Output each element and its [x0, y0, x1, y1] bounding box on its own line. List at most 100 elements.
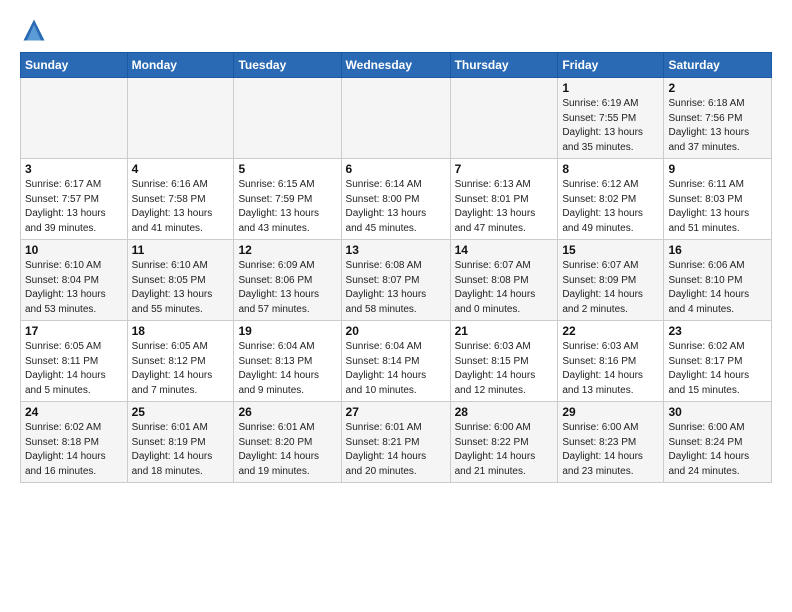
day-number: 18 — [132, 324, 230, 338]
day-of-week-sunday: Sunday — [21, 53, 128, 78]
day-number: 23 — [668, 324, 767, 338]
calendar-cell: 26 Sunrise: 6:01 AM Sunset: 8:20 PM Dayli… — [234, 402, 341, 483]
header — [20, 16, 772, 44]
day-number: 26 — [238, 405, 336, 419]
calendar-cell: 27 Sunrise: 6:01 AM Sunset: 8:21 PM Dayli… — [341, 402, 450, 483]
day-info: Sunrise: 6:06 AM Sunset: 8:10 PM Dayligh… — [668, 259, 767, 317]
day-info: Sunrise: 6:12 AM Sunset: 8:02 PM Dayligh… — [562, 178, 659, 236]
day-info: Sunrise: 6:02 AM Sunset: 8:18 PM Dayligh… — [25, 421, 123, 479]
day-number: 19 — [238, 324, 336, 338]
day-number: 13 — [346, 243, 446, 257]
calendar-cell — [234, 78, 341, 159]
day-info: Sunrise: 6:18 AM Sunset: 7:56 PM Dayligh… — [668, 97, 767, 155]
day-info: Sunrise: 6:11 AM Sunset: 8:03 PM Dayligh… — [668, 178, 767, 236]
calendar-cell: 9 Sunrise: 6:11 AM Sunset: 8:03 PM Daylig… — [664, 159, 772, 240]
day-info: Sunrise: 6:07 AM Sunset: 8:08 PM Dayligh… — [455, 259, 554, 317]
day-info: Sunrise: 6:15 AM Sunset: 7:59 PM Dayligh… — [238, 178, 336, 236]
calendar-cell: 4 Sunrise: 6:16 AM Sunset: 7:58 PM Daylig… — [127, 159, 234, 240]
calendar-week-5: 24 Sunrise: 6:02 AM Sunset: 8:18 PM Dayli… — [21, 402, 772, 483]
day-number: 22 — [562, 324, 659, 338]
calendar-cell: 17 Sunrise: 6:05 AM Sunset: 8:11 PM Dayli… — [21, 321, 128, 402]
day-info: Sunrise: 6:02 AM Sunset: 8:17 PM Dayligh… — [668, 340, 767, 398]
day-info: Sunrise: 6:05 AM Sunset: 8:11 PM Dayligh… — [25, 340, 123, 398]
day-info: Sunrise: 6:08 AM Sunset: 8:07 PM Dayligh… — [346, 259, 446, 317]
day-number: 4 — [132, 162, 230, 176]
calendar-cell: 6 Sunrise: 6:14 AM Sunset: 8:00 PM Daylig… — [341, 159, 450, 240]
day-number: 7 — [455, 162, 554, 176]
day-info: Sunrise: 6:07 AM Sunset: 8:09 PM Dayligh… — [562, 259, 659, 317]
calendar-cell: 22 Sunrise: 6:03 AM Sunset: 8:16 PM Dayli… — [558, 321, 664, 402]
calendar-cell: 20 Sunrise: 6:04 AM Sunset: 8:14 PM Dayli… — [341, 321, 450, 402]
day-info: Sunrise: 6:01 AM Sunset: 8:20 PM Dayligh… — [238, 421, 336, 479]
day-info: Sunrise: 6:10 AM Sunset: 8:04 PM Dayligh… — [25, 259, 123, 317]
day-number: 27 — [346, 405, 446, 419]
day-number: 20 — [346, 324, 446, 338]
calendar-cell — [21, 78, 128, 159]
calendar-cell: 25 Sunrise: 6:01 AM Sunset: 8:19 PM Dayli… — [127, 402, 234, 483]
day-number: 10 — [25, 243, 123, 257]
day-info: Sunrise: 6:03 AM Sunset: 8:15 PM Dayligh… — [455, 340, 554, 398]
day-number: 5 — [238, 162, 336, 176]
calendar-cell: 24 Sunrise: 6:02 AM Sunset: 8:18 PM Dayli… — [21, 402, 128, 483]
calendar-cell: 1 Sunrise: 6:19 AM Sunset: 7:55 PM Daylig… — [558, 78, 664, 159]
calendar-cell: 13 Sunrise: 6:08 AM Sunset: 8:07 PM Dayli… — [341, 240, 450, 321]
calendar-cell: 23 Sunrise: 6:02 AM Sunset: 8:17 PM Dayli… — [664, 321, 772, 402]
calendar-cell: 3 Sunrise: 6:17 AM Sunset: 7:57 PM Daylig… — [21, 159, 128, 240]
day-info: Sunrise: 6:03 AM Sunset: 8:16 PM Dayligh… — [562, 340, 659, 398]
day-info: Sunrise: 6:01 AM Sunset: 8:21 PM Dayligh… — [346, 421, 446, 479]
logo — [20, 16, 52, 44]
calendar-cell: 28 Sunrise: 6:00 AM Sunset: 8:22 PM Dayli… — [450, 402, 558, 483]
day-number: 24 — [25, 405, 123, 419]
day-number: 12 — [238, 243, 336, 257]
calendar-cell: 2Sunrise: 6:18 AM Sunset: 7:56 PM Daylig… — [664, 78, 772, 159]
day-info: Sunrise: 6:00 AM Sunset: 8:24 PM Dayligh… — [668, 421, 767, 479]
day-number: 28 — [455, 405, 554, 419]
day-info: Sunrise: 6:04 AM Sunset: 8:14 PM Dayligh… — [346, 340, 446, 398]
day-number: 1 — [562, 81, 659, 95]
day-number: 3 — [25, 162, 123, 176]
day-number: 17 — [25, 324, 123, 338]
day-number: 25 — [132, 405, 230, 419]
day-number: 29 — [562, 405, 659, 419]
calendar-cell — [341, 78, 450, 159]
calendar-header-row: SundayMondayTuesdayWednesdayThursdayFrid… — [21, 53, 772, 78]
day-info: Sunrise: 6:14 AM Sunset: 8:00 PM Dayligh… — [346, 178, 446, 236]
day-number: 6 — [346, 162, 446, 176]
calendar-cell — [127, 78, 234, 159]
calendar-cell: 5 Sunrise: 6:15 AM Sunset: 7:59 PM Daylig… — [234, 159, 341, 240]
calendar-cell: 7 Sunrise: 6:13 AM Sunset: 8:01 PM Daylig… — [450, 159, 558, 240]
day-number: 8 — [562, 162, 659, 176]
calendar-cell: 8 Sunrise: 6:12 AM Sunset: 8:02 PM Daylig… — [558, 159, 664, 240]
day-number: 15 — [562, 243, 659, 257]
day-info: Sunrise: 6:13 AM Sunset: 8:01 PM Dayligh… — [455, 178, 554, 236]
day-info: Sunrise: 6:05 AM Sunset: 8:12 PM Dayligh… — [132, 340, 230, 398]
day-of-week-monday: Monday — [127, 53, 234, 78]
calendar-cell: 11 Sunrise: 6:10 AM Sunset: 8:05 PM Dayli… — [127, 240, 234, 321]
day-of-week-thursday: Thursday — [450, 53, 558, 78]
calendar-week-4: 17 Sunrise: 6:05 AM Sunset: 8:11 PM Dayli… — [21, 321, 772, 402]
day-info: Sunrise: 6:09 AM Sunset: 8:06 PM Dayligh… — [238, 259, 336, 317]
day-number: 21 — [455, 324, 554, 338]
day-info: Sunrise: 6:16 AM Sunset: 7:58 PM Dayligh… — [132, 178, 230, 236]
calendar-week-1: 1 Sunrise: 6:19 AM Sunset: 7:55 PM Daylig… — [21, 78, 772, 159]
day-info: Sunrise: 6:19 AM Sunset: 7:55 PM Dayligh… — [562, 97, 659, 155]
day-info: Sunrise: 6:10 AM Sunset: 8:05 PM Dayligh… — [132, 259, 230, 317]
calendar-cell: 30Sunrise: 6:00 AM Sunset: 8:24 PM Dayli… — [664, 402, 772, 483]
calendar-cell: 18 Sunrise: 6:05 AM Sunset: 8:12 PM Dayli… — [127, 321, 234, 402]
calendar-week-2: 3 Sunrise: 6:17 AM Sunset: 7:57 PM Daylig… — [21, 159, 772, 240]
day-of-week-friday: Friday — [558, 53, 664, 78]
calendar-cell — [450, 78, 558, 159]
day-of-week-tuesday: Tuesday — [234, 53, 341, 78]
day-number: 11 — [132, 243, 230, 257]
calendar-cell: 21 Sunrise: 6:03 AM Sunset: 8:15 PM Dayli… — [450, 321, 558, 402]
day-info: Sunrise: 6:00 AM Sunset: 8:22 PM Dayligh… — [455, 421, 554, 479]
page: SundayMondayTuesdayWednesdayThursdayFrid… — [0, 0, 792, 493]
calendar-cell: 19Sunrise: 6:04 AM Sunset: 8:13 PM Dayli… — [234, 321, 341, 402]
day-number: 16 — [668, 243, 767, 257]
day-number: 9 — [668, 162, 767, 176]
day-info: Sunrise: 6:01 AM Sunset: 8:19 PM Dayligh… — [132, 421, 230, 479]
calendar-cell: 15 Sunrise: 6:07 AM Sunset: 8:09 PM Dayli… — [558, 240, 664, 321]
day-info: Sunrise: 6:17 AM Sunset: 7:57 PM Dayligh… — [25, 178, 123, 236]
calendar-cell: 14Sunrise: 6:07 AM Sunset: 8:08 PM Dayli… — [450, 240, 558, 321]
calendar: SundayMondayTuesdayWednesdayThursdayFrid… — [20, 52, 772, 483]
